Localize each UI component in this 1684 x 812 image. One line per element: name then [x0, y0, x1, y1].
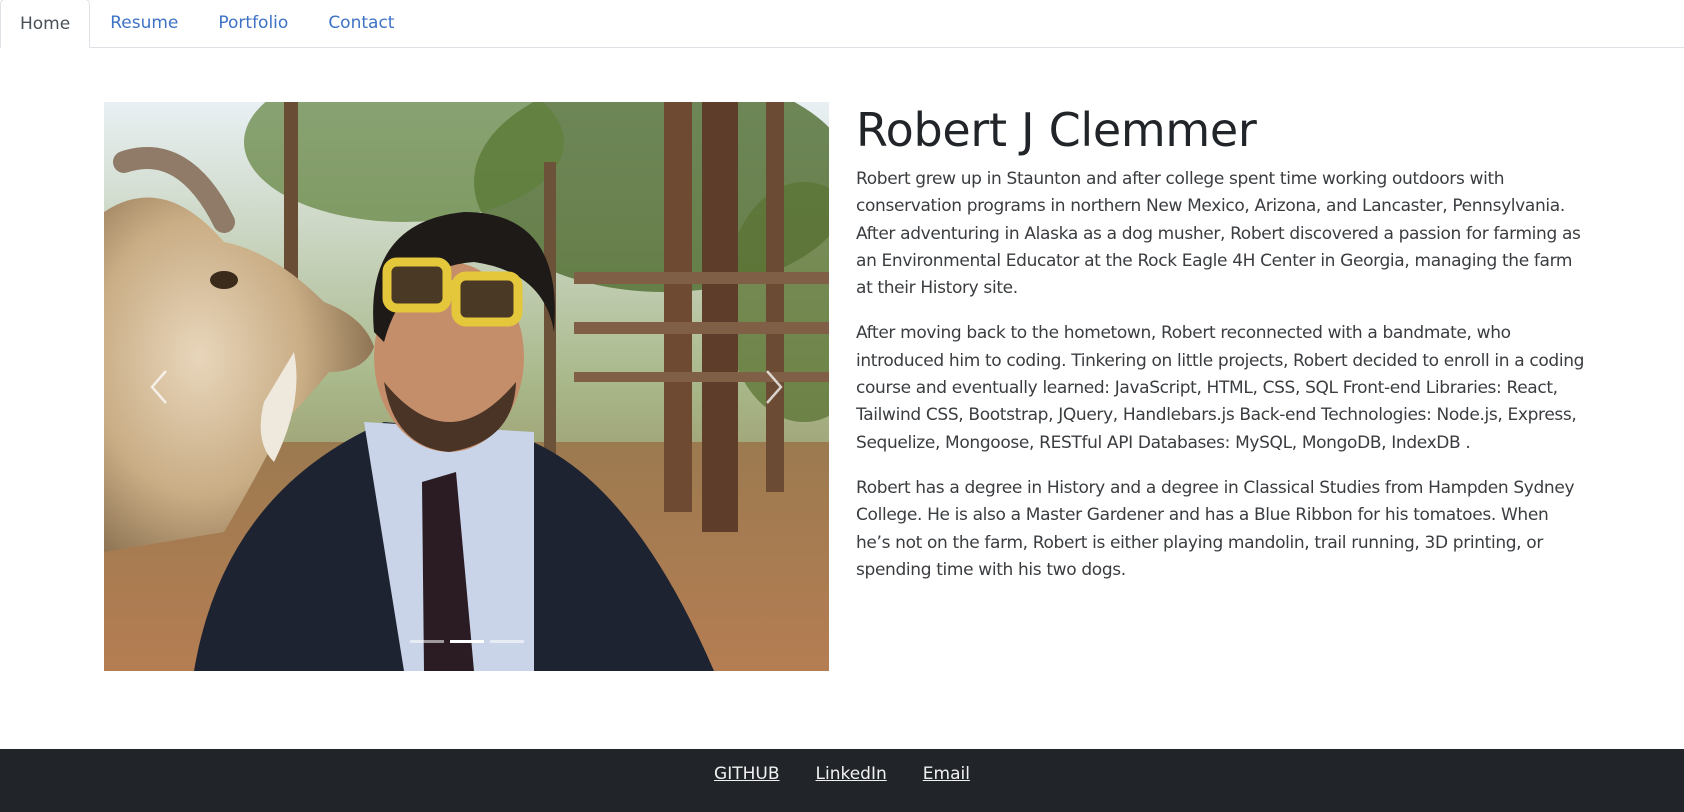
page-title: Robert J Clemmer — [856, 103, 1257, 157]
email-link[interactable]: Email — [923, 764, 970, 784]
nav-tabs: Home Resume Portfolio Contact — [0, 0, 1684, 48]
carousel-indicator[interactable] — [489, 640, 524, 643]
photo-carousel — [104, 102, 829, 671]
bio-section: Robert J Clemmer Robert grew up in Staun… — [856, 100, 1586, 602]
github-link[interactable]: GITHUB — [714, 764, 779, 784]
tab-resume[interactable]: Resume — [90, 0, 198, 47]
carousel-indicator-active[interactable] — [449, 640, 484, 643]
bio-paragraph: Robert grew up in Staunton and after col… — [856, 169, 1581, 299]
tab-contact[interactable]: Contact — [308, 0, 414, 47]
carousel-indicator[interactable] — [409, 640, 444, 643]
carousel-next-button[interactable] — [719, 102, 829, 671]
linkedin-link[interactable]: LinkedIn — [816, 764, 887, 784]
carousel-indicators — [104, 640, 829, 643]
chevron-right-icon — [766, 369, 783, 404]
tab-home[interactable]: Home — [0, 0, 91, 48]
chevron-left-icon — [150, 369, 167, 404]
footer: GITHUB LinkedIn Email — [0, 749, 1684, 812]
tab-portfolio[interactable]: Portfolio — [198, 0, 308, 47]
carousel-prev-button[interactable] — [104, 102, 214, 671]
bio-paragraph: Robert has a degree in History and a deg… — [856, 477, 1575, 580]
bio-paragraph: After moving back to the hometown, Rober… — [856, 323, 1585, 453]
